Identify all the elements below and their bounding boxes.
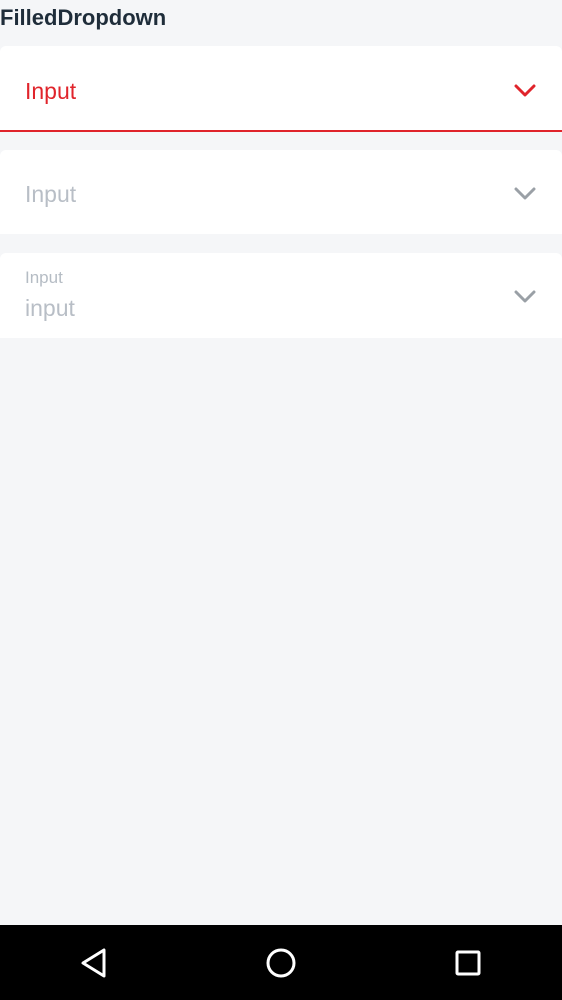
chevron-down-icon[interactable] (514, 84, 536, 98)
filled-dropdown-default[interactable]: Input (0, 150, 562, 234)
back-triangle-icon[interactable] (74, 943, 114, 983)
filled-dropdown-with-label[interactable]: Input input (0, 253, 562, 338)
system-navigation-bar (0, 925, 562, 1000)
page-title: FilledDropdown (0, 5, 167, 30)
filled-dropdown-focused[interactable]: Input (0, 46, 562, 132)
recents-square-icon[interactable] (448, 943, 488, 983)
home-circle-icon[interactable] (261, 943, 301, 983)
dropdown-value: Input (25, 78, 77, 104)
chevron-down-icon[interactable] (514, 187, 536, 201)
screen: FilledDropdown Input Input Input input (0, 0, 562, 1000)
dropdown-value: input (25, 295, 75, 321)
dropdown-placeholder: Input (25, 181, 77, 207)
dropdown-label: Input (25, 268, 63, 287)
chevron-down-icon[interactable] (514, 290, 536, 304)
